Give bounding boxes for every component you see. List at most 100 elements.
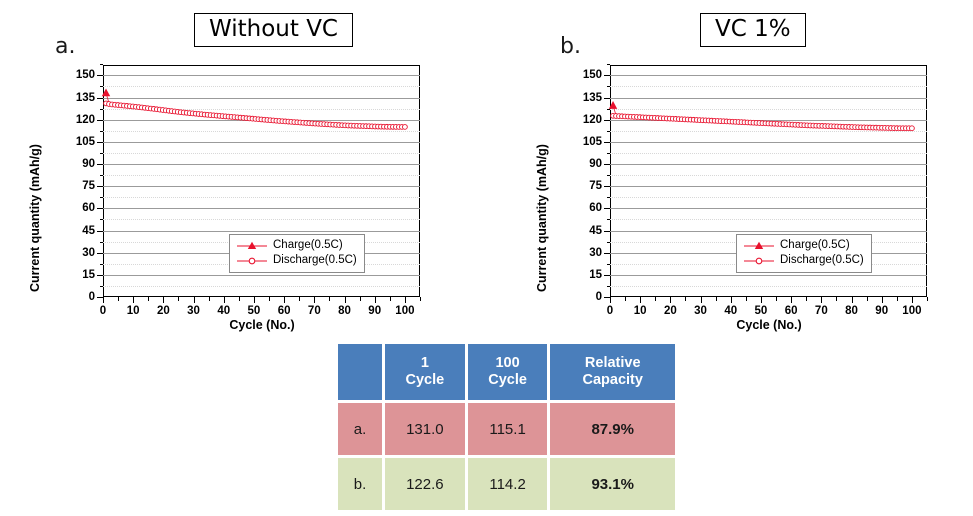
- x-tick-label: 50: [754, 305, 768, 317]
- table-row-a-relative: 87.9%: [550, 403, 675, 455]
- plot-area-a: 0 15 30 45 60 75 90 105 120 135 150 0 10 20 30 40 50 60 70…: [76, 64, 421, 317]
- x-tick-label: 100: [902, 305, 922, 317]
- x-tick: [253, 297, 255, 303]
- table-header-cycle-100-line2: Cycle: [488, 372, 527, 388]
- x-tick-label: 10: [633, 305, 647, 317]
- x-tick: [730, 297, 732, 303]
- x-tick-label: 0: [606, 305, 614, 317]
- x-tick-minor: [238, 297, 240, 301]
- x-tick-minor: [625, 297, 627, 301]
- y-tick-label: 75: [589, 180, 602, 193]
- table-row-a-cycle-100: 115.1: [467, 403, 548, 455]
- x-tick-minor: [896, 297, 898, 301]
- y-tick-label: 135: [75, 91, 95, 104]
- y-tick-label: 105: [582, 135, 602, 148]
- x-tick-minor: [776, 297, 778, 301]
- y-tick-label: 45: [82, 224, 95, 237]
- x-tick: [284, 297, 286, 303]
- legend-item-discharge: Discharge(0.5C): [743, 253, 864, 268]
- x-tick-minor: [148, 297, 150, 301]
- x-tick-label: 100: [395, 305, 415, 317]
- x-tick-minor: [329, 297, 331, 301]
- legend-label: Discharge(0.5C): [780, 254, 864, 267]
- open-circle-icon: [744, 257, 774, 265]
- x-tick: [760, 297, 762, 303]
- y-tick-label: 60: [589, 202, 602, 215]
- x-tick-minor: [118, 297, 120, 301]
- x-tick: [791, 297, 793, 303]
- x-tick-label: 60: [784, 305, 798, 317]
- y-axis-title-a: Current quantity (mAh/g): [28, 144, 42, 292]
- x-tick-label: 90: [875, 305, 889, 317]
- x-tick-minor: [299, 297, 301, 301]
- table-header-row: 1 Cycle 100 Cycle Relative Capacity: [338, 344, 675, 400]
- table-row: a. 131.0 115.1 87.9%: [338, 403, 675, 455]
- y-tick-label: 45: [589, 224, 602, 237]
- y-tick-label: 120: [75, 113, 95, 126]
- x-tick: [851, 297, 853, 303]
- x-tick-minor: [927, 297, 928, 301]
- y-tick-label: 135: [582, 91, 602, 104]
- x-axis-title-b: Cycle (No.): [736, 318, 802, 332]
- y-tick-label: 90: [82, 158, 95, 170]
- chart-panel-a: a. Without VC 0 15 30 45 60 75 90 105 120 135 150 0…: [0, 0, 487, 340]
- table-header-cycle-1-line2: Cycle: [405, 372, 445, 388]
- x-axis-title-a: Cycle (No.): [229, 318, 295, 332]
- series-discharge: [610, 112, 915, 132]
- x-tick: [103, 297, 104, 303]
- x-tick: [670, 297, 672, 303]
- y-tick-label: 60: [82, 202, 95, 215]
- open-circle-icon: [237, 257, 267, 265]
- legend-item-charge: Charge(0.5C): [236, 238, 357, 253]
- series-discharge: [103, 100, 408, 130]
- y-tick-label: 30: [589, 246, 602, 259]
- table-header-blank: [338, 344, 382, 400]
- x-tick: [404, 297, 406, 303]
- x-tick-minor: [745, 297, 747, 301]
- x-tick-minor: [208, 297, 210, 301]
- table-row-b-cycle-1: 122.6: [385, 458, 465, 510]
- y-tick-label: 15: [82, 268, 95, 281]
- panel-title-a: Without VC: [194, 13, 353, 48]
- table-header-cycle-100: 100 Cycle: [467, 344, 548, 400]
- x-tick-minor: [269, 297, 271, 301]
- table-row-a-label: a.: [338, 403, 382, 455]
- table-row: b. 122.6 114.2 93.1%: [338, 458, 675, 510]
- x-tick-label: 50: [247, 305, 261, 317]
- x-tick-minor: [359, 297, 361, 301]
- filled-triangle-icon: [237, 241, 267, 249]
- panel-label-b: b.: [560, 34, 581, 59]
- x-tick: [314, 297, 316, 303]
- summary-table: 1 Cycle 100 Cycle Relative Capacity a. 1…: [335, 341, 678, 513]
- table-header-relative-line1: Relative: [584, 354, 641, 371]
- x-tick-label: 10: [126, 305, 140, 317]
- x-tick-label: 40: [217, 305, 231, 317]
- x-tick-label: 90: [368, 305, 382, 317]
- legend-a: Charge(0.5C) Discharge(0.5C): [229, 234, 365, 274]
- x-tick: [821, 297, 823, 303]
- legend-b: Charge(0.5C) Discharge(0.5C): [736, 234, 872, 274]
- x-tick: [223, 297, 225, 303]
- x-tick-label: 30: [187, 305, 200, 317]
- x-tick: [344, 297, 346, 303]
- y-tick-label: 150: [582, 69, 602, 82]
- x-tick-minor: [836, 297, 838, 301]
- x-tick-label: 30: [694, 305, 707, 317]
- table-header-cycle-100-line1: 100: [495, 354, 520, 371]
- y-tick-label: 0: [88, 291, 95, 303]
- x-tick-minor: [655, 297, 657, 301]
- table-row-a-cycle-1: 131.0: [385, 403, 465, 455]
- y-tick-label: 150: [75, 69, 95, 82]
- filled-triangle-icon: [744, 241, 774, 249]
- table-row-b-relative: 93.1%: [550, 458, 675, 510]
- chart-panel-b: b. VC 1% 0 15 30 45 60 75 90 105 120 135 150 0 10 20 3…: [487, 0, 973, 340]
- plot-area-b: 0 15 30 45 60 75 90 105 120 135 150 0 10 20 30 40 50 60 70…: [583, 64, 928, 317]
- table-header-relative-capacity: Relative Capacity: [550, 344, 675, 400]
- x-tick-label: 20: [156, 305, 170, 317]
- x-tick-label: 20: [663, 305, 677, 317]
- x-tick: [700, 297, 702, 303]
- x-tick-label: 80: [845, 305, 858, 317]
- y-axis-title-b: Current quantity (mAh/g): [535, 144, 549, 292]
- x-tick-minor: [715, 297, 717, 301]
- x-tick-label: 40: [724, 305, 738, 317]
